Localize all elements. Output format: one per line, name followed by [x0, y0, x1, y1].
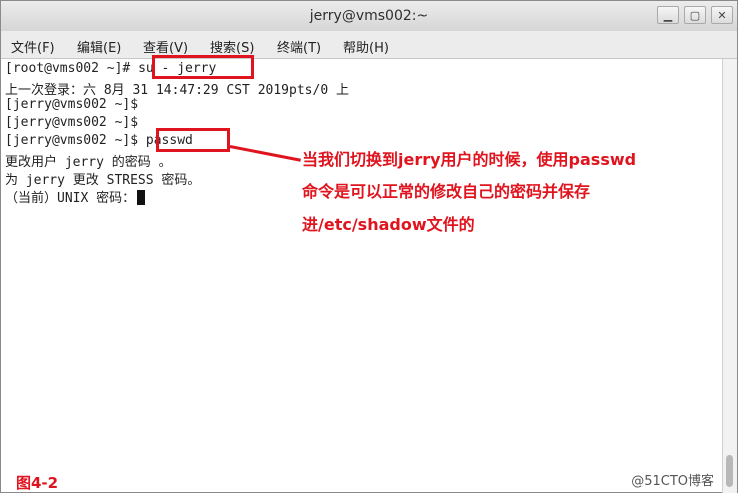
menu-terminal[interactable]: 终端(T) — [277, 37, 321, 56]
menu-search[interactable]: 搜索(S) — [210, 37, 254, 56]
highlight-box-su — [152, 55, 254, 79]
annotation-line-1: 当我们切换到jerry用户的时候，使用passwd — [302, 150, 637, 169]
terminal-line: [jerry@vms002 ~]$ — [5, 115, 139, 130]
scrollbar-thumb[interactable] — [726, 455, 733, 487]
password-prompt: （当前）UNIX 密码： — [5, 191, 136, 206]
menu-bar: 文件(F) 编辑(E) 查看(V) 搜索(S) 终端(T) 帮助(H) — [1, 31, 737, 59]
terminal-line: 为 jerry 更改 STRESS 密码。 — [5, 173, 201, 188]
terminal-window: jerry@vms002:~ ▁ ▢ ✕ 文件(F) 编辑(E) 查看(V) 搜… — [0, 0, 738, 493]
shell-prompt: [root@vms002 ~]# — [5, 61, 139, 76]
terminal-line: 上一次登录：六 8月 31 14:47:29 CST 2019pts/0 上 — [5, 83, 349, 98]
terminal-line: [jerry@vms002 ~]$ — [5, 97, 139, 112]
window-title: jerry@vms002:~ — [309, 8, 429, 24]
annotation-line-3: 进/etc/shadow文件的 — [302, 215, 475, 234]
terminal-line: 更改用户 jerry 的密码 。 — [5, 155, 172, 170]
terminal-line: （当前）UNIX 密码： — [5, 187, 146, 206]
highlight-box-passwd — [156, 128, 230, 152]
menu-edit[interactable]: 编辑(E) — [77, 37, 121, 56]
menu-help[interactable]: 帮助(H) — [343, 37, 389, 56]
terminal-output[interactable]: [root@vms002 ~]# su - jerry 上一次登录：六 8月 3… — [1, 59, 723, 492]
menu-file[interactable]: 文件(F) — [11, 37, 55, 56]
maximize-button[interactable]: ▢ — [684, 6, 706, 24]
title-bar[interactable]: jerry@vms002:~ ▁ ▢ ✕ — [1, 1, 737, 32]
figure-label: 图4-2 — [16, 474, 59, 492]
shell-prompt: [jerry@vms002 ~]$ — [5, 133, 146, 148]
text-cursor — [137, 190, 146, 205]
close-button[interactable]: ✕ — [711, 6, 733, 24]
watermark: @51CTO博客 — [631, 474, 714, 489]
annotation-line-2: 命令是可以正常的修改自己的密码并保存 — [302, 182, 591, 201]
vertical-scrollbar[interactable] — [722, 59, 737, 493]
menu-view[interactable]: 查看(V) — [143, 37, 188, 56]
minimize-button[interactable]: ▁ — [657, 6, 679, 24]
